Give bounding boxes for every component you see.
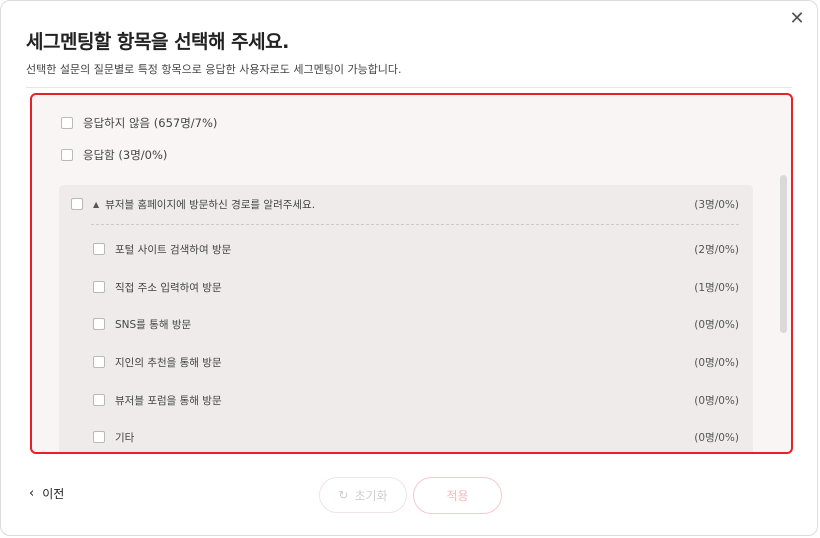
answer-item[interactable]: 포털 사이트 검색하여 방문 (2명/0%): [93, 241, 739, 257]
prev-label: 이전: [42, 487, 65, 501]
answer-count: (0명/0%): [694, 318, 739, 331]
answer-label: 포털 사이트 검색하여 방문: [115, 243, 232, 256]
answer-item[interactable]: SNS를 통해 방문 (0명/0%): [93, 316, 739, 332]
question-label: 뷰저블 홈페이지에 방문하신 경로를 알려주세요.: [105, 198, 316, 211]
apply-label: 적용: [446, 489, 469, 503]
checkbox[interactable]: [93, 394, 105, 406]
dialog-subtitle: 선택한 설문의 질문별로 특정 항목으로 응답한 사용자로도 세그멘팅이 가능합…: [26, 63, 402, 76]
answer-item[interactable]: 뷰저블 포럼을 통해 방문 (0명/0%): [93, 392, 739, 408]
answer-count: (1명/0%): [694, 281, 739, 294]
checkbox[interactable]: [61, 149, 73, 161]
divider: [26, 87, 792, 88]
answer-count: (0명/0%): [694, 394, 739, 407]
question-group: ▲ 뷰저블 홈페이지에 방문하신 경로를 알려주세요. (3명/0%) 포털 사…: [59, 185, 753, 452]
option-no-response[interactable]: 응답하지 않음 (657명/7%): [61, 115, 217, 131]
answer-label: 지인의 추천을 통해 방문: [115, 356, 222, 369]
answer-item[interactable]: 직접 주소 입력하여 방문 (1명/0%): [93, 279, 739, 295]
reset-button[interactable]: ↻ 초기화: [319, 477, 407, 513]
answer-count: (0명/0%): [694, 356, 739, 369]
option-label: 응답함 (3명/0%): [83, 148, 168, 162]
dashed-divider: [91, 224, 739, 225]
answer-count: (2명/0%): [694, 243, 739, 256]
options-scroll-area[interactable]: 응답하지 않음 (657명/7%) 응답함 (3명/0%) ▲ 뷰저블 홈페이지…: [32, 95, 777, 452]
checkbox[interactable]: [93, 356, 105, 368]
close-icon[interactable]: ✕: [787, 9, 807, 29]
answer-label: 기타: [115, 431, 135, 444]
apply-button[interactable]: 적용: [413, 477, 502, 514]
checkbox[interactable]: [93, 243, 105, 255]
checkbox[interactable]: [93, 431, 105, 443]
answer-label: 뷰저블 포럼을 통해 방문: [115, 394, 222, 407]
scrollbar-thumb[interactable]: [780, 175, 787, 333]
answer-count: (0명/0%): [694, 431, 739, 444]
answer-item[interactable]: 지인의 추천을 통해 방문 (0명/0%): [93, 354, 739, 370]
checkbox[interactable]: [93, 318, 105, 330]
answer-label: 직접 주소 입력하여 방문: [115, 281, 222, 294]
checkbox[interactable]: [93, 281, 105, 293]
checkbox[interactable]: [71, 198, 83, 210]
collapse-triangle-icon[interactable]: ▲: [93, 200, 99, 209]
prev-button[interactable]: ‹ 이전: [29, 485, 64, 502]
checkbox[interactable]: [61, 117, 73, 129]
answer-label: SNS를 통해 방문: [115, 318, 192, 331]
question-header[interactable]: ▲ 뷰저블 홈페이지에 방문하신 경로를 알려주세요. (3명/0%): [71, 195, 739, 213]
chevron-left-icon: ‹: [29, 486, 35, 501]
refresh-icon: ↻: [338, 488, 349, 502]
reset-label: 초기화: [354, 488, 388, 503]
options-panel: 응답하지 않음 (657명/7%) 응답함 (3명/0%) ▲ 뷰저블 홈페이지…: [30, 93, 793, 454]
segment-dialog: ✕ 세그멘팅할 항목을 선택해 주세요. 선택한 설문의 질문별로 특정 항목으…: [0, 0, 818, 536]
option-label: 응답하지 않음 (657명/7%): [83, 116, 218, 130]
question-count: (3명/0%): [694, 198, 739, 211]
answer-item[interactable]: 기타 (0명/0%): [93, 429, 739, 445]
dialog-title: 세그멘팅할 항목을 선택해 주세요.: [26, 31, 289, 53]
option-responded[interactable]: 응답함 (3명/0%): [61, 147, 167, 163]
